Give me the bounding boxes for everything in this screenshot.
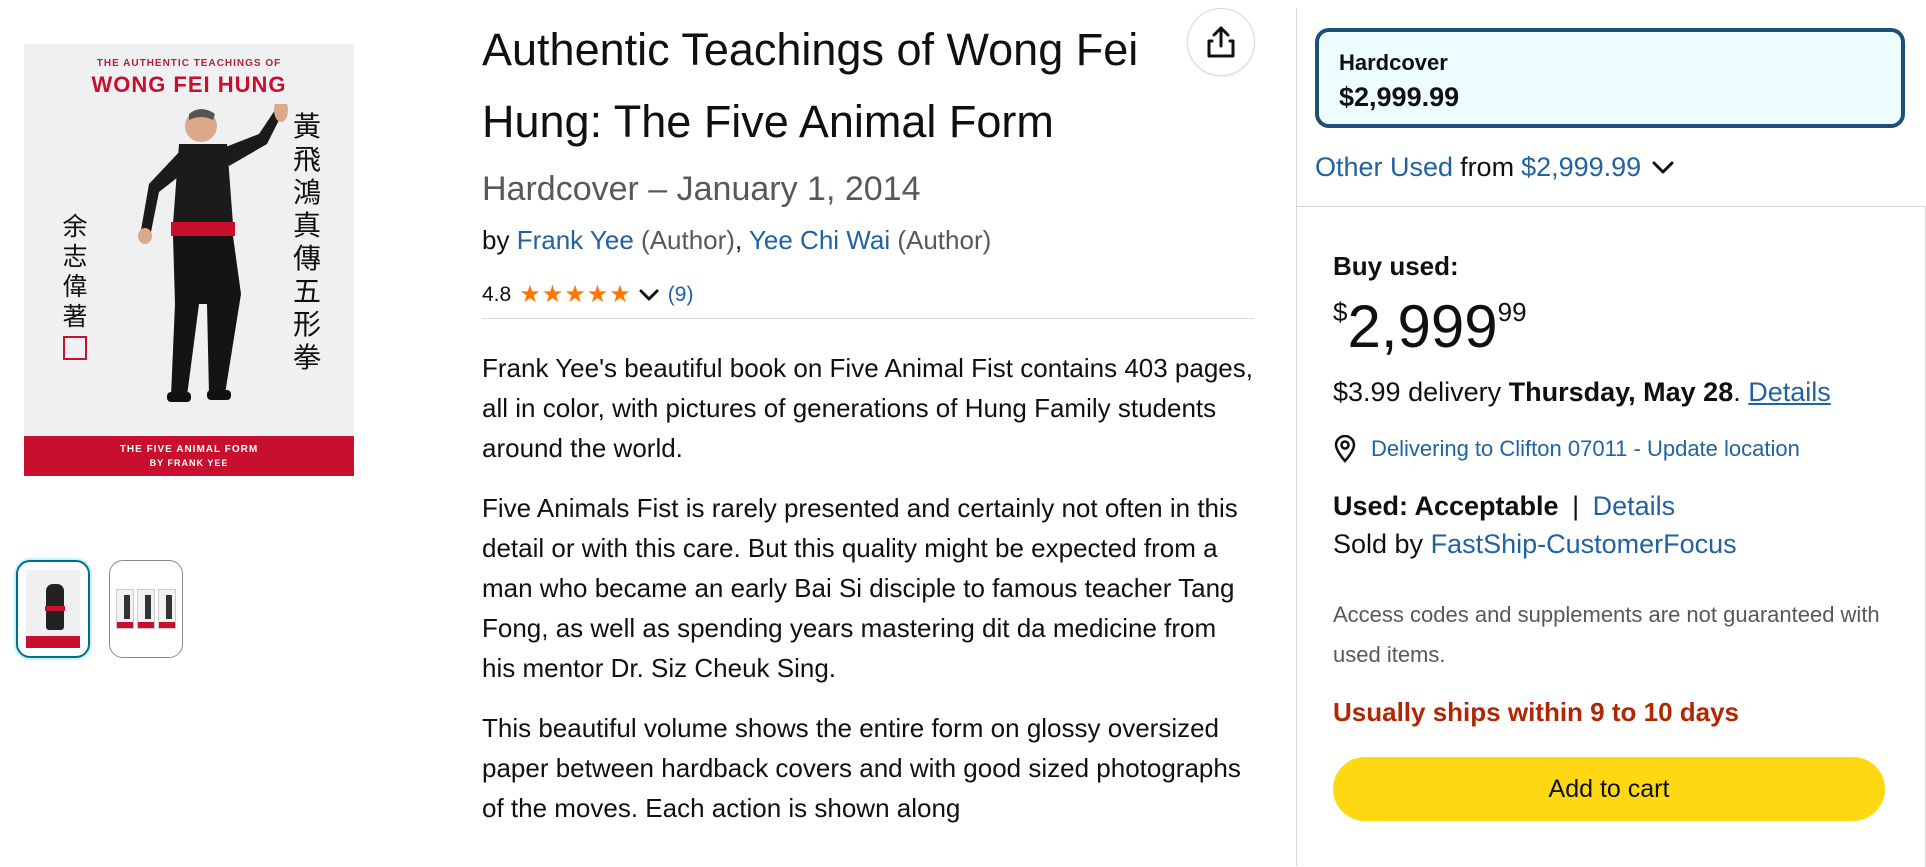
divider <box>482 318 1254 319</box>
other-used-row[interactable]: Other Used from $2,999.99 <box>1315 152 1675 183</box>
main-product-image[interactable]: THE AUTHENTIC TEACHINGS OF WONG FEI HUNG… <box>24 44 354 476</box>
cover-band-author: BY FRANK YEE <box>149 458 229 468</box>
delivery-details-link[interactable]: Details <box>1748 377 1831 407</box>
author-separator: , <box>734 225 743 255</box>
star-icon: ★ <box>586 281 609 308</box>
delivery-location[interactable]: Delivering to Clifton 07011 - Update loc… <box>1333 435 1800 463</box>
author-role: (Author) <box>897 225 992 255</box>
delivery-fee: $3.99 delivery <box>1333 377 1502 407</box>
description-paragraph: Frank Yee's beautiful book on Five Anima… <box>482 353 1253 463</box>
buy-used-box: Buy used: $2,99999 $3.99 delivery Thursd… <box>1297 206 1926 867</box>
star-rating[interactable]: ★ ★ ★ ★ ★ <box>519 283 632 307</box>
martial-artist-figure <box>138 104 288 402</box>
format-option-label: Hardcover <box>1339 50 1448 75</box>
delivery-period: . <box>1733 377 1741 407</box>
star-icon: ★ <box>564 281 586 308</box>
rating-row: 4.8 ★ ★ ★ ★ ★ (9) <box>482 280 693 310</box>
product-title: Authentic Teachings of Wong Fei Hung: Th… <box>482 24 1139 147</box>
cover-band-title: THE FIVE ANIMAL FORM <box>119 444 259 455</box>
format-option-price: $2,999.99 <box>1339 82 1460 112</box>
byline: by Frank Yee (Author), Yee Chi Wai (Auth… <box>482 225 991 256</box>
other-used-price[interactable]: $2,999.99 <box>1521 152 1641 183</box>
seal-stamp <box>63 336 87 360</box>
condition-details-link[interactable]: Details <box>1593 491 1676 521</box>
share-icon <box>1207 26 1235 58</box>
thumbnail-spread[interactable] <box>109 560 183 658</box>
sold-by-row: Sold by FastShip-CustomerFocus <box>1333 529 1737 560</box>
cover-chinese-author-text: 余志偉著 <box>62 212 88 331</box>
price-symbol: $ <box>1333 297 1348 327</box>
cover-title: WONG FEI HUNG <box>91 72 287 97</box>
star-icon: ★ <box>609 281 631 308</box>
format-option-hardcover[interactable]: Hardcover $2,999.99 <box>1315 28 1905 128</box>
ratings-count-link[interactable]: (9) <box>668 283 694 307</box>
price-whole: 2,999 <box>1347 293 1498 360</box>
add-to-cart-button[interactable]: Add to cart <box>1333 757 1885 821</box>
cover-subtitle: THE AUTHENTIC TEACHINGS OF <box>96 58 282 69</box>
delivery-date: Thursday, May 28 <box>1508 377 1734 407</box>
share-button[interactable] <box>1187 8 1255 76</box>
buy-used-label: Buy used: <box>1333 251 1459 281</box>
thumbnail-spread-image <box>116 589 176 629</box>
book-cover: THE AUTHENTIC TEACHINGS OF WONG FEI HUNG… <box>24 44 354 476</box>
condition-label: Used: Acceptable <box>1333 491 1559 521</box>
star-icon: ★ <box>519 281 541 308</box>
shipping-estimate: Usually ships within 9 to 10 days <box>1333 697 1740 727</box>
product-description: Frank Yee's beautiful book on Five Anima… <box>482 348 1254 848</box>
thumbnail-cover[interactable] <box>16 560 90 658</box>
cover-bottom-band: THE FIVE ANIMAL FORM BY FRANK YEE <box>24 436 354 476</box>
star-icon: ★ <box>541 281 564 308</box>
price: $2,99999 <box>1333 291 1527 363</box>
sold-by-label: Sold by <box>1333 529 1424 559</box>
condition-separator: | <box>1572 491 1580 521</box>
buy-column: Hardcover $2,999.99 Other Used from $2,9… <box>1296 8 1926 867</box>
author-role: (Author) <box>641 225 735 255</box>
chevron-down-icon[interactable] <box>1651 160 1675 176</box>
seller-link[interactable]: FastShip-CustomerFocus <box>1431 529 1737 559</box>
other-used-link[interactable]: Other Used <box>1315 152 1453 183</box>
thumbnail-cover-image <box>26 570 80 648</box>
price-fraction: 99 <box>1497 297 1527 327</box>
chevron-down-icon[interactable] <box>638 288 660 302</box>
used-items-note: Access codes and supplements are not gua… <box>1333 602 1880 667</box>
rating-value: 4.8 <box>482 283 512 306</box>
delivery-info: $3.99 delivery Thursday, May 28. Details <box>1333 377 1831 408</box>
other-used-from: from <box>1460 152 1515 182</box>
update-location-link[interactable]: Delivering to Clifton 07011 - Update loc… <box>1371 436 1800 462</box>
format-and-date: Hardcover – January 1, 2014 <box>482 170 921 208</box>
condition-row: Used: Acceptable | Details <box>1333 491 1675 522</box>
cover-chinese-author: 余志偉著 <box>60 212 90 360</box>
location-pin-icon <box>1334 435 1356 463</box>
by-label: by <box>482 225 510 255</box>
description-fade <box>0 820 780 866</box>
author-link-frank-yee[interactable]: Frank Yee <box>517 225 634 255</box>
description-paragraph: Five Animals Fist is rarely presented an… <box>482 493 1238 683</box>
description-paragraph: This beautiful volume shows the entire f… <box>482 713 1241 823</box>
author-link-yee-chi-wai[interactable]: Yee Chi Wai <box>749 225 890 255</box>
